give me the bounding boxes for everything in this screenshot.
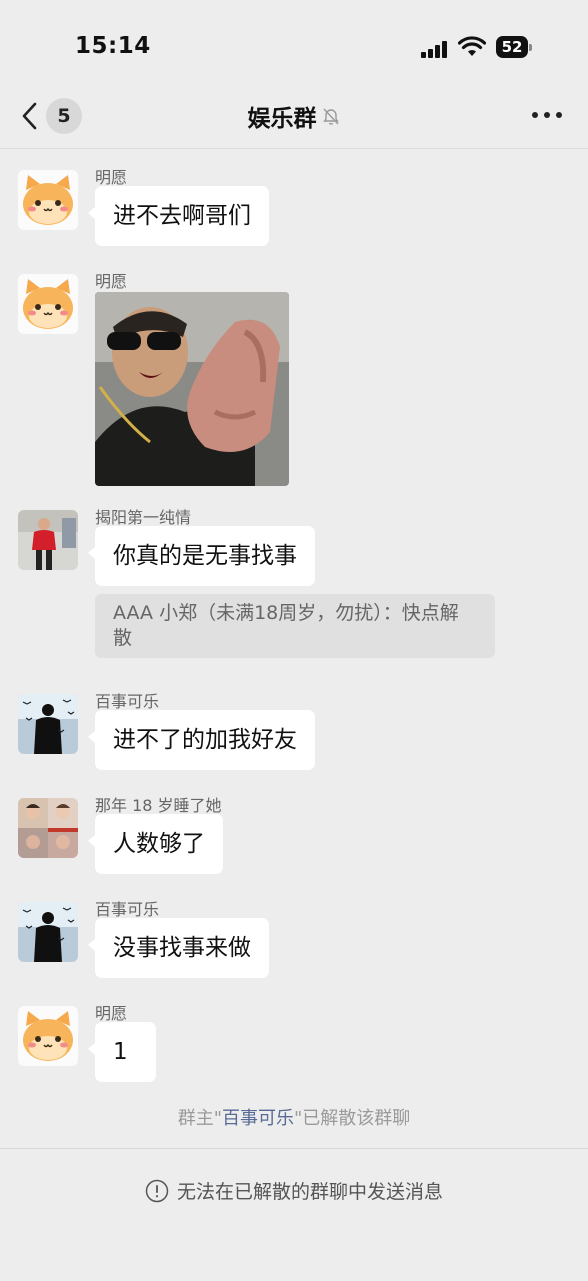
disabled-notice-text: 无法在已解散的群聊中发送消息 bbox=[176, 1181, 443, 1203]
person-red-shirt-avatar[interactable] bbox=[18, 510, 78, 570]
cartoon-cat-avatar[interactable] bbox=[18, 170, 78, 230]
quoted-message[interactable]: AAA 小郑（未满18周岁，勿扰）：快点解散 bbox=[95, 594, 495, 658]
battery-icon: 52 bbox=[496, 36, 532, 58]
image-message[interactable] bbox=[95, 292, 289, 486]
chat-title: 娱乐群 bbox=[247, 106, 317, 132]
sender-name: 揭阳第一纯情 bbox=[95, 508, 192, 527]
cartoon-cat-avatar[interactable] bbox=[18, 1006, 78, 1066]
message-bubble[interactable]: 进不去啊哥们 bbox=[88, 186, 269, 246]
message-bubble[interactable]: 1 bbox=[88, 1022, 156, 1082]
sender-name: 那年 18 岁睡了她 bbox=[95, 796, 222, 815]
message-bubble[interactable]: 你真的是无事找事 bbox=[88, 526, 315, 586]
info-circle-icon bbox=[145, 1179, 169, 1202]
silhouette-birds-avatar[interactable] bbox=[18, 902, 78, 962]
photo-collage-avatar[interactable] bbox=[18, 798, 78, 858]
sender-name: 百事可乐 bbox=[95, 900, 160, 919]
system-notice: 群主"百事可乐"已解散该群聊 bbox=[177, 1108, 411, 1129]
sender-name: 明愿 bbox=[95, 272, 128, 291]
silhouette-birds-avatar[interactable] bbox=[18, 694, 78, 754]
sender-name: 百事可乐 bbox=[95, 692, 160, 711]
status-bar: 15:14 52 bbox=[0, 0, 588, 90]
message-bubble[interactable]: 人数够了 bbox=[88, 814, 223, 874]
status-time: 15:14 bbox=[75, 33, 151, 59]
wifi-icon bbox=[458, 36, 486, 56]
message-bubble[interactable]: 进不了的加我好友 bbox=[88, 710, 315, 770]
sender-name: 明愿 bbox=[95, 1004, 128, 1023]
input-disabled-bar: 无法在已解散的群聊中发送消息 bbox=[0, 1148, 588, 1281]
cellular-signal-icon bbox=[421, 38, 451, 58]
sender-name: 明愿 bbox=[95, 168, 128, 187]
chat-header: 5 娱乐群 bbox=[0, 80, 588, 149]
more-options-button[interactable] bbox=[530, 110, 564, 122]
muted-bell-icon bbox=[322, 108, 339, 125]
message-bubble[interactable]: 没事找事来做 bbox=[88, 918, 269, 978]
group-owner-link[interactable]: 百事可乐 bbox=[222, 1108, 294, 1129]
cartoon-cat-avatar[interactable] bbox=[18, 274, 78, 334]
